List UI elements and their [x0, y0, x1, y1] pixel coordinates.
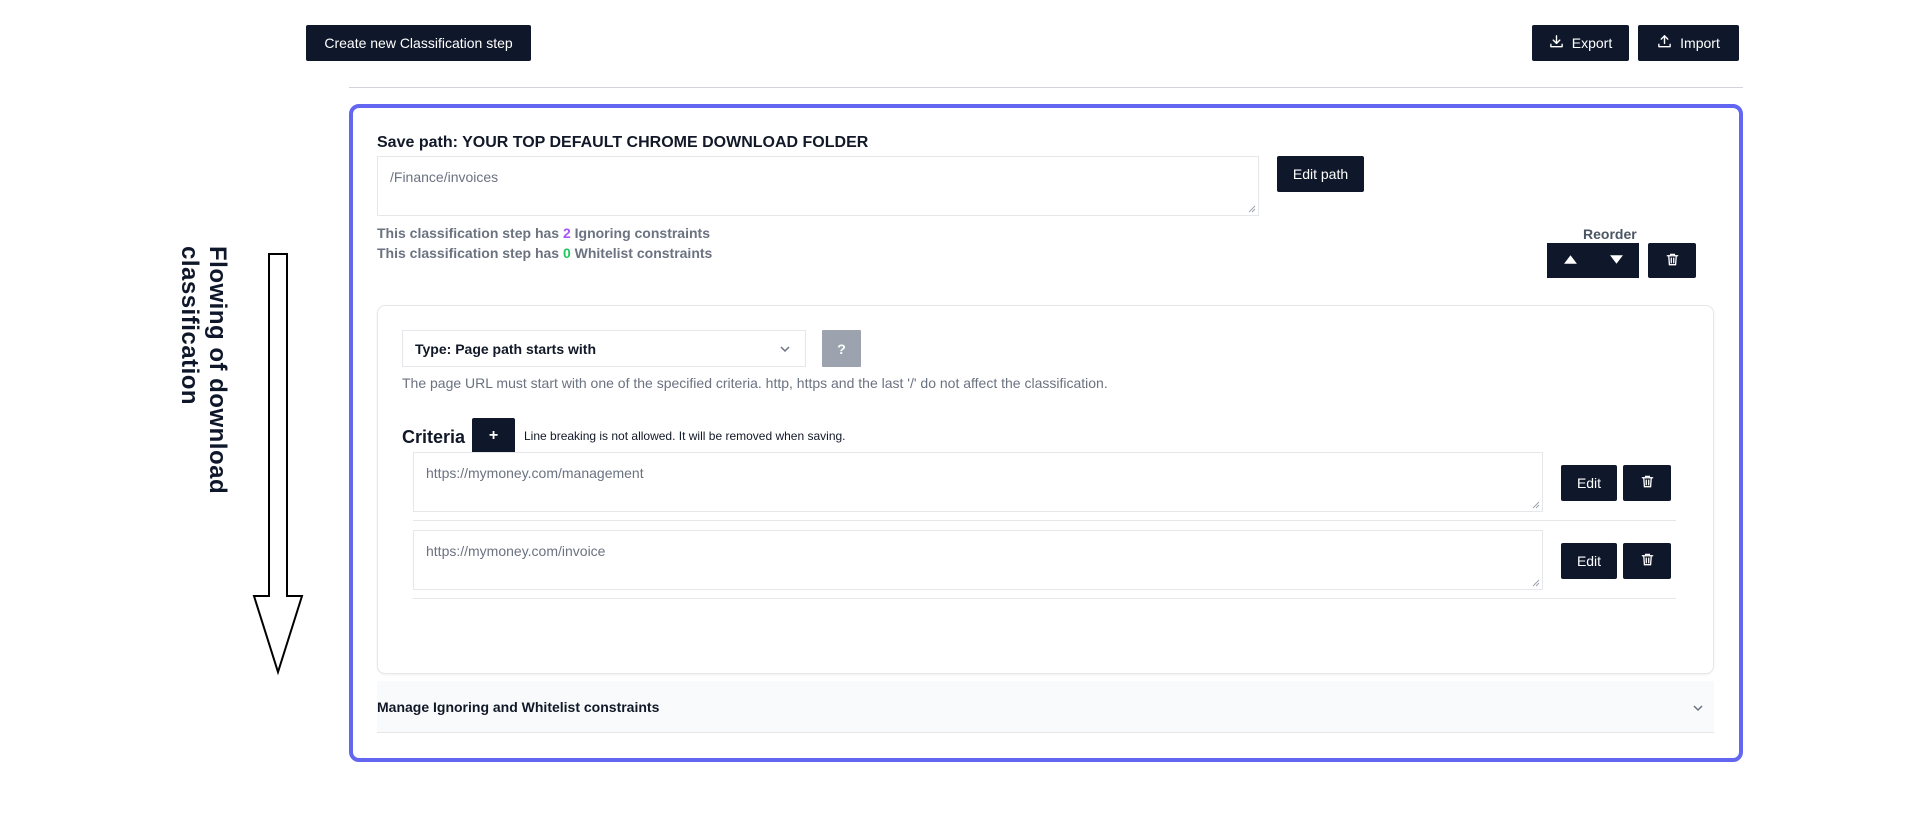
criteria-field[interactable]: https://mymoney.com/invoice — [413, 530, 1543, 590]
triangle-up-icon — [1563, 252, 1578, 270]
criteria-value: https://mymoney.com/invoice — [426, 543, 606, 559]
criteria-title: Criteria — [402, 427, 466, 447]
trash-icon — [1640, 474, 1655, 492]
condition-type-select[interactable]: Type: Page path starts with — [402, 330, 806, 367]
toolbar-divider — [349, 87, 1743, 88]
download-icon — [1549, 34, 1564, 52]
create-classification-step-button[interactable]: Create new Classification step — [306, 25, 531, 61]
edit-criteria-label: Edit — [1576, 475, 1602, 491]
criteria-field[interactable]: https://mymoney.com/management — [413, 452, 1543, 512]
export-label: Export — [1571, 35, 1613, 51]
ignoring-constraints-summary: This classification step has 2 Ignoring … — [377, 225, 710, 241]
resize-grip-icon[interactable] — [1532, 579, 1540, 587]
criteria-hint: Line breaking is not allowed. It will be… — [524, 429, 846, 443]
constraints-accordion[interactable]: Manage Ignoring and Whitelist constraint… — [377, 681, 1714, 733]
edit-path-label: Edit path — [1292, 166, 1349, 182]
edit-path-button[interactable]: Edit path — [1277, 156, 1364, 192]
save-path-field[interactable]: /Finance/invoices — [377, 156, 1259, 216]
edit-criteria-label: Edit — [1576, 553, 1602, 569]
delete-criteria-button[interactable] — [1623, 465, 1671, 501]
constraints-accordion-label: Manage Ignoring and Whitelist constraint… — [377, 698, 660, 715]
criteria-divider — [413, 598, 1676, 599]
delete-step-button[interactable] — [1648, 243, 1696, 278]
criteria-value: https://mymoney.com/management — [426, 465, 644, 481]
move-down-button[interactable] — [1593, 243, 1639, 278]
resize-grip-icon[interactable] — [1532, 501, 1540, 509]
save-path-value: /Finance/invoices — [390, 169, 499, 185]
edit-criteria-button[interactable]: Edit — [1561, 543, 1617, 579]
down-arrow-icon — [252, 253, 304, 676]
ignoring-count: 2 — [562, 225, 571, 241]
edit-criteria-button[interactable]: Edit — [1561, 465, 1617, 501]
condition-description: The page URL must start with one of the … — [402, 375, 1108, 391]
triangle-down-icon — [1609, 252, 1624, 270]
move-up-button[interactable] — [1547, 243, 1593, 278]
trash-icon — [1640, 552, 1655, 570]
chevron-down-icon — [1693, 705, 1703, 712]
import-button[interactable]: Import — [1638, 25, 1739, 61]
create-classification-step-label: Create new Classification step — [324, 35, 513, 51]
criteria-divider — [413, 520, 1676, 521]
export-button[interactable]: Export — [1532, 25, 1629, 61]
whitelist-count: 0 — [562, 245, 571, 261]
import-label: Import — [1680, 35, 1720, 51]
help-button[interactable]: ? — [822, 330, 861, 367]
flow-annotation-label: Flowing of download classification — [176, 246, 231, 495]
trash-icon — [1665, 252, 1680, 270]
whitelist-constraints-summary: This classification step has 0 Whitelist… — [377, 245, 713, 261]
condition-type-selected: Type: Page path starts with — [415, 340, 596, 357]
reorder-label: Reorder — [1583, 226, 1637, 242]
resize-grip-icon[interactable] — [1248, 205, 1256, 213]
add-criteria-button[interactable]: + — [472, 418, 515, 454]
upload-icon — [1657, 34, 1672, 52]
delete-criteria-button[interactable] — [1623, 543, 1671, 579]
save-path-title: Save path: YOUR TOP DEFAULT CHROME DOWNL… — [377, 134, 869, 151]
chevron-down-icon — [780, 346, 790, 353]
add-criteria-label: + — [488, 427, 499, 444]
